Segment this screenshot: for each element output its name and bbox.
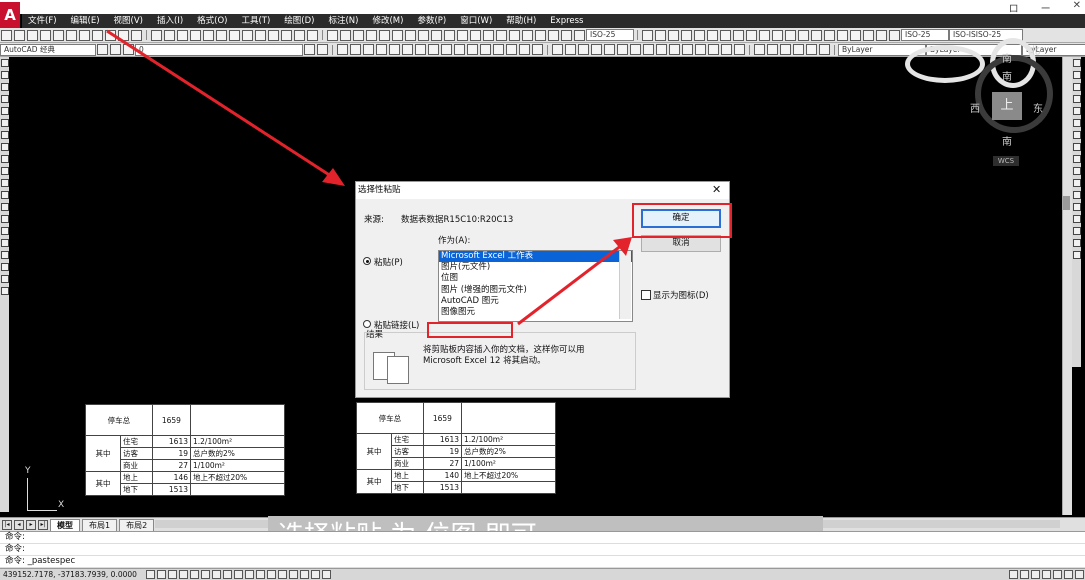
tab-layout2[interactable]: 布局2 xyxy=(119,518,155,531)
model-space-icon[interactable] xyxy=(299,570,309,579)
polar-icon[interactable] xyxy=(189,570,199,579)
dyn-icon[interactable] xyxy=(244,570,254,579)
annotation-arrows xyxy=(106,29,632,326)
arrow-head xyxy=(613,237,632,256)
tab-layout1[interactable]: 布局1 xyxy=(82,518,118,531)
osnap-icon[interactable] xyxy=(200,570,210,579)
otrack-icon[interactable] xyxy=(222,570,232,579)
snap-icon[interactable] xyxy=(156,570,166,579)
quick-properties-icon[interactable] xyxy=(277,570,287,579)
transparency-icon[interactable] xyxy=(266,570,276,579)
status-bar: 439152.7178, -37183.7939, 0.0000 xyxy=(0,568,1085,580)
command-history-line: 命令: xyxy=(0,544,1085,556)
arrow-to-ok xyxy=(517,243,623,326)
ducs-icon[interactable] xyxy=(233,570,243,579)
coordinates-readout[interactable]: 439152.7178, -37183.7939, 0.0000 xyxy=(0,570,145,579)
quick-view-drawings-icon[interactable] xyxy=(321,570,331,579)
hardware-acceleration-icon[interactable] xyxy=(1053,570,1062,579)
quick-view-layouts-icon[interactable] xyxy=(310,570,320,579)
last-tab-icon[interactable]: ▸| xyxy=(38,519,48,530)
arrow-to-dialog xyxy=(106,29,335,180)
prev-tab-icon[interactable]: ◂ xyxy=(14,519,24,530)
command-input-line[interactable]: 命令: _pastespec xyxy=(0,556,1085,568)
next-tab-icon[interactable]: ▸ xyxy=(26,519,36,530)
annotation-scale-icon[interactable] xyxy=(1009,570,1018,579)
lineweight-icon[interactable] xyxy=(255,570,265,579)
infer-constraints-icon[interactable] xyxy=(145,570,155,579)
selection-cycling-icon[interactable] xyxy=(288,570,298,579)
command-history-line: 命令: xyxy=(0,532,1085,544)
command-window[interactable]: 命令: 命令: 命令: _pastespec xyxy=(0,531,1085,568)
grid-icon[interactable] xyxy=(167,570,177,579)
ortho-icon[interactable] xyxy=(178,570,188,579)
workspace-switch-icon[interactable] xyxy=(1031,570,1040,579)
tab-model[interactable]: 模型 xyxy=(50,518,80,531)
isolate-objects-icon[interactable] xyxy=(1064,570,1073,579)
toolbar-lock-icon[interactable] xyxy=(1042,570,1051,579)
3d-osnap-icon[interactable] xyxy=(211,570,221,579)
annotation-visibility-icon[interactable] xyxy=(1020,570,1029,579)
clean-screen-icon[interactable] xyxy=(1075,570,1084,579)
first-tab-icon[interactable]: |◂ xyxy=(2,519,12,530)
